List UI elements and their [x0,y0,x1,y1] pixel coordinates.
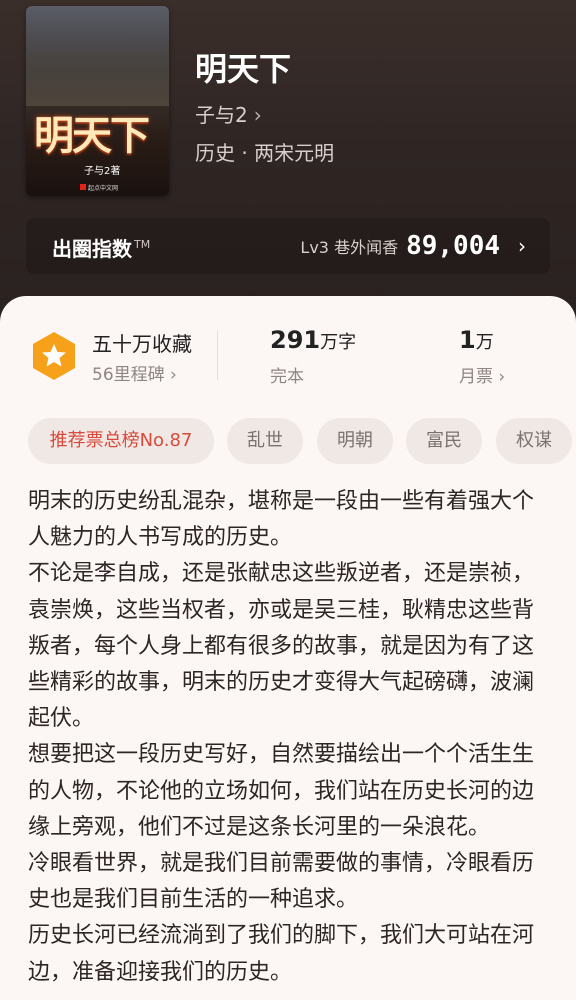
word-count: 291万字 [270,326,356,354]
popularity-index-value-group: Lv3 巷外闻香 89,004 › [300,230,526,262]
tag-item[interactable]: 乱世 [227,418,303,464]
index-label-text: 出圈指数 [52,237,132,261]
popularity-index-bar[interactable]: 出圈指数 TM Lv3 巷外闻香 89,004 › [26,218,550,274]
description-paragraph: 想要把这一段历史写好，自然要描绘出一个个活生生的人物，不论他的立场如何，我们站在… [28,742,535,840]
tag-item[interactable]: 富民 [406,418,482,464]
tag-ranking[interactable]: 推荐票总榜No.87 [28,418,214,464]
collection-milestone: 五十万收藏 [92,332,192,356]
description-paragraph: 不论是李自成，还是张献忠这些叛逆者，还是崇祯，袁崇焕，这些当权者，亦或是吴三桂，… [28,561,535,732]
milestone-link[interactable]: 56里程碑 › [92,360,177,385]
chevron-right-icon: › [253,103,262,127]
book-cover[interactable]: 明天下 子与2著 起点中文网 [26,6,169,196]
chevron-right-icon: › [518,234,526,258]
description-paragraph: 明末的历史纷乱混杂，堪称是一段由一些有着强大个人魅力的人书写成的历史。 [28,489,535,551]
cover-artwork [26,36,169,106]
book-title: 明天下 [195,50,292,88]
tag-item[interactable]: 权谋 [496,418,572,464]
monthly-tickets-unit: 万 [475,332,494,353]
book-description: 明末的历史纷乱混杂，堪称是一段由一些有着强大个人魅力的人书写成的历史。 不论是李… [28,484,550,991]
word-count-value: 291 [270,326,321,354]
author-name: 子与2 [195,103,248,127]
author-link[interactable]: 子与2 › [195,99,262,128]
star-badge-icon [33,332,75,380]
index-level: Lv3 巷外闻香 [300,238,399,257]
cover-author: 子与2著 [84,166,121,177]
publisher-logo-icon [80,184,86,190]
book-genre: 历史 · 两宋元明 [195,141,335,165]
trademark: TM [134,238,151,252]
cover-title: 明天下 [34,112,150,159]
monthly-tickets: 1万 [459,326,494,354]
popularity-index-label: 出圈指数 TM [52,233,150,262]
completion-status: 完本 [270,367,304,387]
description-paragraph: 历史长河已经流淌到了我们的脚下，我们大可站在河边，准备迎接我们的历史。 [28,923,535,985]
monthly-tickets-link[interactable]: 月票 › [459,362,505,387]
divider [217,330,218,380]
book-info-panel: 五十万收藏 56里程碑 › 291万字 完本 1万 月票 › 推荐票总榜No.8… [0,296,576,1000]
word-count-unit: 万字 [320,332,357,353]
index-value: 89,004 [406,231,500,261]
monthly-tickets-value: 1 [459,326,476,354]
book-header: 明天下 子与2著 起点中文网 明天下 子与2 › 历史 · 两宋元明 出圈指数 TM… [0,0,576,320]
tag-list: 推荐票总榜No.87 乱世 明朝 富民 权谋 [28,418,576,464]
cover-publisher: 起点中文网 [88,185,119,192]
description-paragraph: 冷眼看世界，就是我们目前需要做的事情，冷眼看历史也是我们目前生活的一种追求。 [28,851,535,913]
tag-item[interactable]: 明朝 [317,418,393,464]
